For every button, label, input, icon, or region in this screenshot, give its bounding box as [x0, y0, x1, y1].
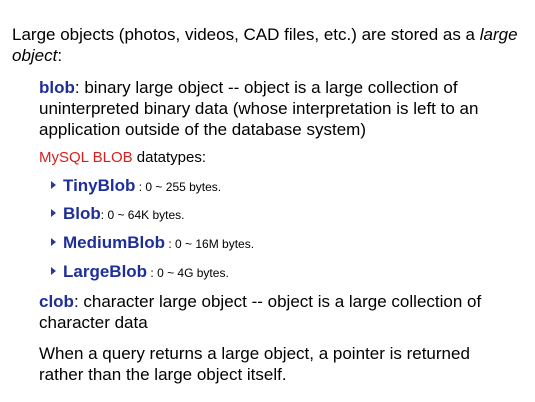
bullet-arrow-icon [51, 238, 56, 246]
mysql-blob-label: MySQL BLOB [39, 149, 133, 166]
datatype-name: LargeBlob [63, 262, 148, 281]
datatype-range: : 0 ~ 64K bytes. [100, 208, 185, 222]
clob-term: clob [39, 292, 74, 311]
intro-text-before: Large objects (photos, videos, CAD files… [12, 25, 480, 44]
datatype-range: : 0 ~ 255 bytes. [135, 180, 222, 194]
datatype-name: TinyBlob [63, 176, 136, 195]
clob-definition: clob: character large object -- object i… [39, 291, 509, 333]
mysql-blob-heading: MySQL BLOB datatypes: [39, 148, 206, 168]
datatype-item-blob: Blob: 0 ~ 64K bytes. [51, 203, 185, 226]
mysql-datatypes-label: datatypes: [132, 149, 207, 166]
intro-paragraph: Large objects (photos, videos, CAD files… [12, 24, 522, 66]
datatype-item-tinyblob: TinyBlob : 0 ~ 255 bytes. [51, 175, 221, 198]
bullet-arrow-icon [51, 267, 56, 275]
datatype-range: : 0 ~ 4G bytes. [147, 266, 229, 280]
blob-term: blob [39, 78, 75, 97]
bullet-arrow-icon [51, 181, 56, 189]
clob-definition-text: : character large object -- object is a … [39, 292, 482, 332]
datatype-range: : 0 ~ 16M bytes. [165, 237, 255, 251]
bullet-arrow-icon [51, 209, 56, 217]
blob-definition-text: : binary large object -- object is a lar… [39, 78, 479, 139]
datatype-name: MediumBlob [63, 233, 165, 252]
datatype-name: Blob [63, 204, 101, 223]
datatype-item-largeblob: LargeBlob : 0 ~ 4G bytes. [51, 261, 229, 284]
blob-definition: blob: binary large object -- object is a… [39, 77, 519, 140]
datatype-item-mediumblob: MediumBlob : 0 ~ 16M bytes. [51, 232, 254, 255]
intro-text-after: : [57, 46, 63, 65]
query-note: When a query returns a large object, a p… [39, 344, 470, 384]
